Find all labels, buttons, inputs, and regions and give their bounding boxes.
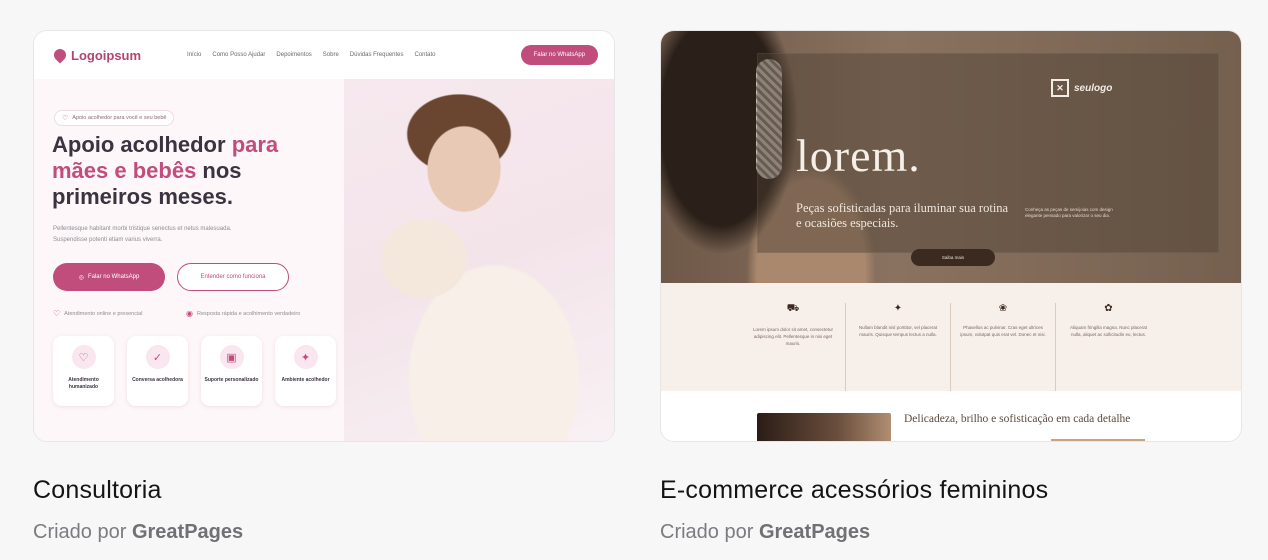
gear-icon: ✿ [1104, 303, 1113, 314]
preview-benefits: ⛟ Lorem ipsum dolor sit amet, consectetu… [661, 283, 1241, 391]
button-label: Entender como funciona [200, 274, 266, 280]
button-label: Falar no WhatsApp [87, 274, 140, 280]
brand-text: seulogo [1074, 82, 1113, 94]
preview-bottom-section: Delicadeza, brilho e sofisticação em cad… [661, 391, 1241, 441]
author-prefix: Criado por [660, 521, 754, 543]
card-title[interactable]: Consultoria [33, 476, 615, 505]
preview-tile: ▣ Suporte personalizado [201, 336, 262, 406]
headline-highlight: para [231, 132, 279, 157]
location-pin-icon: ◉ [186, 309, 193, 318]
logo-mark-icon [51, 46, 69, 64]
headline-highlight: mães e bebês [52, 158, 197, 183]
feature-text: Atendimento online e presencial [64, 310, 143, 317]
preview-outline-button: Entender como funciona [177, 263, 289, 291]
author-prefix: Criado por [33, 521, 127, 543]
preview-lead: Pellentesque habitant morbi tristique se… [53, 226, 232, 243]
author-name: GreatPages [131, 521, 244, 543]
ecommerce-preview: ✕ seulogo lorem. Peças sofisticadas para… [661, 31, 1241, 441]
consultoria-preview: Logoipsum Início Como Posso Ajudar Depoi… [34, 31, 614, 441]
preview-menu: Início Como Posso Ajudar Depoimentos Sob… [187, 52, 435, 58]
card-author: Criado por GreatPages [660, 521, 1242, 544]
preview-tiles: ♡ Atendimento humanizado ✓ Conversa acol… [53, 336, 336, 406]
sparkle-icon: ✦ [293, 345, 318, 369]
menu-item: Como Posso Ajudar [212, 52, 266, 58]
logo-text: Logoipsum [71, 47, 142, 63]
preview-brand: ✕ seulogo [1051, 79, 1112, 97]
profile-card-icon: ▣ [219, 345, 244, 369]
check-circle-icon: ✓ [145, 345, 170, 369]
template-card-consultoria[interactable]: Logoipsum Início Como Posso Ajudar Depoi… [33, 30, 615, 544]
headline-part: Apoio acolhedor [52, 132, 232, 157]
template-card-ecommerce[interactable]: ✕ seulogo lorem. Peças sofisticadas para… [660, 30, 1242, 544]
preview-feature: ♡ Atendimento online e presencial [53, 309, 142, 318]
preview-side-text: Conheça as peças de semijoias com design… [1025, 207, 1113, 218]
benefit-item: ✦ Nullam blandit nisl porttitor, vel pla… [846, 303, 951, 391]
benefit-text: Nullam blandit nisl porttitor, vel place… [858, 325, 938, 337]
tile-label: Ambiente acolhedor [281, 377, 330, 383]
tile-label: Atendimento humanizado [68, 377, 99, 390]
template-thumbnail[interactable]: ✕ seulogo lorem. Peças sofisticadas para… [660, 30, 1242, 442]
template-grid: Logoipsum Início Como Posso Ajudar Depoi… [0, 0, 1268, 560]
benefit-text: Aliquam fringilla magna. Nunc placerat n… [1069, 325, 1148, 337]
heart-icon: ♡ [71, 345, 96, 369]
preview-tile: ✦ Ambiente acolhedor [275, 336, 336, 406]
preview-hero-button: Saiba mais [911, 249, 995, 266]
benefit-item: ⛟ Lorem ipsum dolor sit amet, consectetu… [741, 303, 846, 391]
bottom-title: Delicadeza, brilho e sofisticação em cad… [904, 413, 1131, 425]
preview-tile: ✓ Conversa acolhedora [127, 336, 188, 406]
tile-label: Conversa acolhedora [132, 377, 183, 383]
heart-icon: ♡ [53, 309, 61, 318]
menu-item: Contato [414, 52, 436, 58]
tile-label: Suporte personalizado [204, 377, 259, 383]
headline-part: nos [196, 158, 242, 183]
author-name: GreatPages [758, 521, 871, 543]
benefit-item: ✿ Aliquam fringilla magna. Nunc placerat… [1056, 303, 1161, 391]
logo-box-icon: ✕ [1051, 79, 1069, 97]
sparkle-icon: ✦ [893, 303, 903, 314]
bottom-decor-bar [1051, 439, 1145, 441]
menu-item: Dúvidas Frequentes [349, 52, 404, 58]
whatsapp-icon: ◎ [78, 274, 84, 281]
badge-text: Apoio acolhedor para você e seu bebê [72, 115, 167, 121]
preview-hero-title: lorem. [796, 130, 921, 181]
preview-tagline: Peças sofisticadas para iluminar sua rot… [796, 201, 1009, 230]
benefit-item: ❀ Phasellus ac pulvinar. Cras eget ultri… [951, 303, 1056, 391]
mother-baby-photo [344, 79, 614, 441]
preview-badge: ♡ Apoio acolhedor para você e seu bebê [54, 110, 175, 126]
menu-item: Sobre [322, 52, 339, 58]
template-thumbnail[interactable]: Logoipsum Início Como Posso Ajudar Depoi… [33, 30, 615, 442]
bottom-model-image [757, 413, 891, 441]
cart-icon: ⛟ [786, 303, 800, 314]
preview-logo: Logoipsum [51, 46, 142, 64]
headline-part: primeiros meses. [52, 184, 233, 209]
preview-headline: Apoio acolhedor para mães e bebês nos pr… [52, 132, 302, 210]
benefit-text: Phasellus ac pulvinar. Cras eget ultrice… [960, 325, 1046, 337]
menu-item: Início [187, 52, 202, 58]
heart-icon: ♡ [62, 115, 69, 122]
menu-item: Depoimentos [276, 52, 312, 58]
card-title[interactable]: E-commerce acessórios femininos [660, 476, 1242, 505]
preview-whatsapp-button: ◎ Falar no WhatsApp [53, 263, 165, 291]
preview-nav-cta: Falar no WhatsApp [520, 45, 598, 65]
preview-feature: ◉ Resposta rápida e acolhimento verdadei… [186, 309, 300, 318]
preview-navbar: Logoipsum Início Como Posso Ajudar Depoi… [34, 31, 614, 79]
preview-tile: ♡ Atendimento humanizado [53, 336, 114, 406]
gift-icon: ❀ [998, 303, 1008, 314]
feature-text: Resposta rápida e acolhimento verdadeiro [196, 310, 301, 317]
benefit-text: Lorem ipsum dolor sit amet, consectetur … [752, 327, 834, 346]
card-author: Criado por GreatPages [33, 521, 615, 544]
